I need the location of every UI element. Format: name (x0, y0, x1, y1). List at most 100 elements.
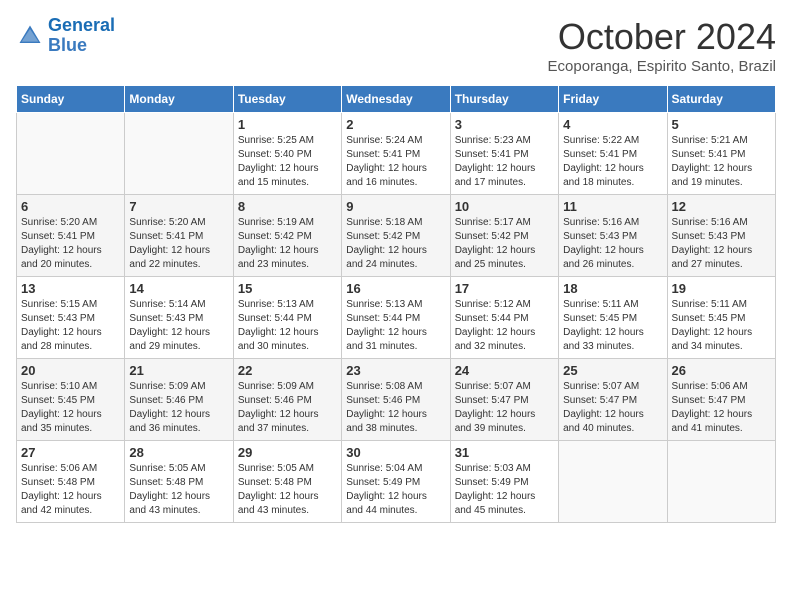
day-info: Sunrise: 5:11 AMSunset: 5:45 PMDaylight:… (672, 298, 771, 354)
day-number: 17 (455, 281, 554, 296)
calendar-cell: 10Sunrise: 5:17 AMSunset: 5:42 PMDayligh… (450, 195, 558, 277)
day-info: Sunrise: 5:20 AMSunset: 5:41 PMDaylight:… (129, 216, 228, 272)
day-number: 28 (129, 445, 228, 460)
day-info: Sunrise: 5:14 AMSunset: 5:43 PMDaylight:… (129, 298, 228, 354)
calendar-cell: 12 Sunrise: 5:16 AMSunset: 5:43 PMDayligh… (667, 195, 775, 277)
calendar-cell (667, 441, 775, 523)
day-info: Sunrise: 5:09 AMSunset: 5:46 PMDaylight:… (129, 380, 228, 436)
calendar-cell: 5Sunrise: 5:21 AMSunset: 5:41 PMDaylight… (667, 113, 775, 195)
day-info: Sunrise: 5:20 AMSunset: 5:41 PMDaylight:… (21, 216, 120, 272)
calendar-cell: 16 Sunrise: 5:13 AMSunset: 5:44 PMDayligh… (342, 277, 450, 359)
calendar-cell: 19Sunrise: 5:11 AMSunset: 5:45 PMDayligh… (667, 277, 775, 359)
day-info: Sunrise: 5:25 AMSunset: 5:40 PMDaylight:… (238, 134, 337, 190)
calendar-cell: 8 Sunrise: 5:19 AMSunset: 5:42 PMDaylight… (233, 195, 341, 277)
calendar-header: SundayMondayTuesdayWednesdayThursdayFrid… (17, 86, 776, 113)
calendar-cell: 23 Sunrise: 5:08 AMSunset: 5:46 PMDayligh… (342, 359, 450, 441)
day-info: Sunrise: 5:22 AMSunset: 5:41 PMDaylight:… (563, 134, 662, 190)
day-number: 15 (238, 281, 337, 296)
header-row: SundayMondayTuesdayWednesdayThursdayFrid… (17, 86, 776, 113)
calendar-cell: 9 Sunrise: 5:18 AMSunset: 5:42 PMDaylight… (342, 195, 450, 277)
day-number: 1 (238, 117, 337, 132)
day-info: Sunrise: 5:24 AMSunset: 5:41 PMDaylight:… (346, 134, 445, 190)
day-number: 26 (672, 363, 771, 378)
day-info: Sunrise: 5:06 AMSunset: 5:48 PMDaylight:… (21, 462, 120, 518)
calendar-cell (125, 113, 233, 195)
logo-icon (16, 22, 44, 50)
calendar-table: SundayMondayTuesdayWednesdayThursdayFrid… (16, 85, 776, 523)
logo-line1: General (48, 15, 115, 35)
day-number: 11 (563, 199, 662, 214)
day-number: 4 (563, 117, 662, 132)
calendar-cell: 30 Sunrise: 5:04 AMSunset: 5:49 PMDayligh… (342, 441, 450, 523)
month-title: October 2024 (548, 16, 776, 58)
day-info: Sunrise: 5:11 AMSunset: 5:45 PMDaylight:… (563, 298, 662, 354)
day-number: 3 (455, 117, 554, 132)
location-subtitle: Ecoporanga, Espirito Santo, Brazil (548, 58, 776, 75)
week-row-0: 1 Sunrise: 5:25 AMSunset: 5:40 PMDaylight… (17, 113, 776, 195)
day-info: Sunrise: 5:13 AMSunset: 5:44 PMDaylight:… (238, 298, 337, 354)
header-day-friday: Friday (559, 86, 667, 113)
day-info: Sunrise: 5:10 AMSunset: 5:45 PMDaylight:… (21, 380, 120, 436)
day-number: 9 (346, 199, 445, 214)
week-row-2: 13 Sunrise: 5:15 AMSunset: 5:43 PMDayligh… (17, 277, 776, 359)
logo-text: General Blue (48, 16, 115, 56)
calendar-cell: 2 Sunrise: 5:24 AMSunset: 5:41 PMDaylight… (342, 113, 450, 195)
day-info: Sunrise: 5:09 AMSunset: 5:46 PMDaylight:… (238, 380, 337, 436)
day-number: 24 (455, 363, 554, 378)
day-info: Sunrise: 5:13 AMSunset: 5:44 PMDaylight:… (346, 298, 445, 354)
calendar-cell (17, 113, 125, 195)
day-info: Sunrise: 5:18 AMSunset: 5:42 PMDaylight:… (346, 216, 445, 272)
calendar-cell: 21Sunrise: 5:09 AMSunset: 5:46 PMDayligh… (125, 359, 233, 441)
day-info: Sunrise: 5:05 AMSunset: 5:48 PMDaylight:… (238, 462, 337, 518)
day-number: 10 (455, 199, 554, 214)
calendar-cell: 4 Sunrise: 5:22 AMSunset: 5:41 PMDaylight… (559, 113, 667, 195)
day-number: 2 (346, 117, 445, 132)
calendar-cell: 18 Sunrise: 5:11 AMSunset: 5:45 PMDayligh… (559, 277, 667, 359)
day-info: Sunrise: 5:19 AMSunset: 5:42 PMDaylight:… (238, 216, 337, 272)
day-info: Sunrise: 5:06 AMSunset: 5:47 PMDaylight:… (672, 380, 771, 436)
calendar-cell: 26 Sunrise: 5:06 AMSunset: 5:47 PMDayligh… (667, 359, 775, 441)
day-number: 22 (238, 363, 337, 378)
calendar-cell: 11 Sunrise: 5:16 AMSunset: 5:43 PMDayligh… (559, 195, 667, 277)
header-day-wednesday: Wednesday (342, 86, 450, 113)
header-day-saturday: Saturday (667, 86, 775, 113)
calendar-cell: 7 Sunrise: 5:20 AMSunset: 5:41 PMDaylight… (125, 195, 233, 277)
day-info: Sunrise: 5:07 AMSunset: 5:47 PMDaylight:… (455, 380, 554, 436)
calendar-cell: 27 Sunrise: 5:06 AMSunset: 5:48 PMDayligh… (17, 441, 125, 523)
day-number: 23 (346, 363, 445, 378)
week-row-4: 27 Sunrise: 5:06 AMSunset: 5:48 PMDayligh… (17, 441, 776, 523)
day-number: 25 (563, 363, 662, 378)
calendar-cell (559, 441, 667, 523)
day-number: 29 (238, 445, 337, 460)
day-info: Sunrise: 5:16 AMSunset: 5:43 PMDaylight:… (563, 216, 662, 272)
day-info: Sunrise: 5:15 AMSunset: 5:43 PMDaylight:… (21, 298, 120, 354)
week-row-1: 6Sunrise: 5:20 AMSunset: 5:41 PMDaylight… (17, 195, 776, 277)
day-info: Sunrise: 5:05 AMSunset: 5:48 PMDaylight:… (129, 462, 228, 518)
day-info: Sunrise: 5:12 AMSunset: 5:44 PMDaylight:… (455, 298, 554, 354)
day-number: 5 (672, 117, 771, 132)
page-header: General Blue October 2024 Ecoporanga, Es… (16, 16, 776, 75)
calendar-cell: 31 Sunrise: 5:03 AMSunset: 5:49 PMDayligh… (450, 441, 558, 523)
title-block: October 2024 Ecoporanga, Espirito Santo,… (548, 16, 776, 75)
day-info: Sunrise: 5:03 AMSunset: 5:49 PMDaylight:… (455, 462, 554, 518)
day-number: 8 (238, 199, 337, 214)
day-number: 20 (21, 363, 120, 378)
day-number: 7 (129, 199, 228, 214)
day-number: 30 (346, 445, 445, 460)
calendar-cell: 25Sunrise: 5:07 AMSunset: 5:47 PMDayligh… (559, 359, 667, 441)
day-number: 12 (672, 199, 771, 214)
logo-line2: Blue (48, 36, 115, 56)
day-number: 16 (346, 281, 445, 296)
day-number: 13 (21, 281, 120, 296)
calendar-cell: 22 Sunrise: 5:09 AMSunset: 5:46 PMDayligh… (233, 359, 341, 441)
calendar-cell: 13 Sunrise: 5:15 AMSunset: 5:43 PMDayligh… (17, 277, 125, 359)
day-number: 27 (21, 445, 120, 460)
header-day-tuesday: Tuesday (233, 86, 341, 113)
day-number: 31 (455, 445, 554, 460)
day-info: Sunrise: 5:23 AMSunset: 5:41 PMDaylight:… (455, 134, 554, 190)
day-number: 18 (563, 281, 662, 296)
calendar-body: 1 Sunrise: 5:25 AMSunset: 5:40 PMDaylight… (17, 113, 776, 523)
day-info: Sunrise: 5:16 AMSunset: 5:43 PMDaylight:… (672, 216, 771, 272)
day-info: Sunrise: 5:04 AMSunset: 5:49 PMDaylight:… (346, 462, 445, 518)
day-info: Sunrise: 5:08 AMSunset: 5:46 PMDaylight:… (346, 380, 445, 436)
